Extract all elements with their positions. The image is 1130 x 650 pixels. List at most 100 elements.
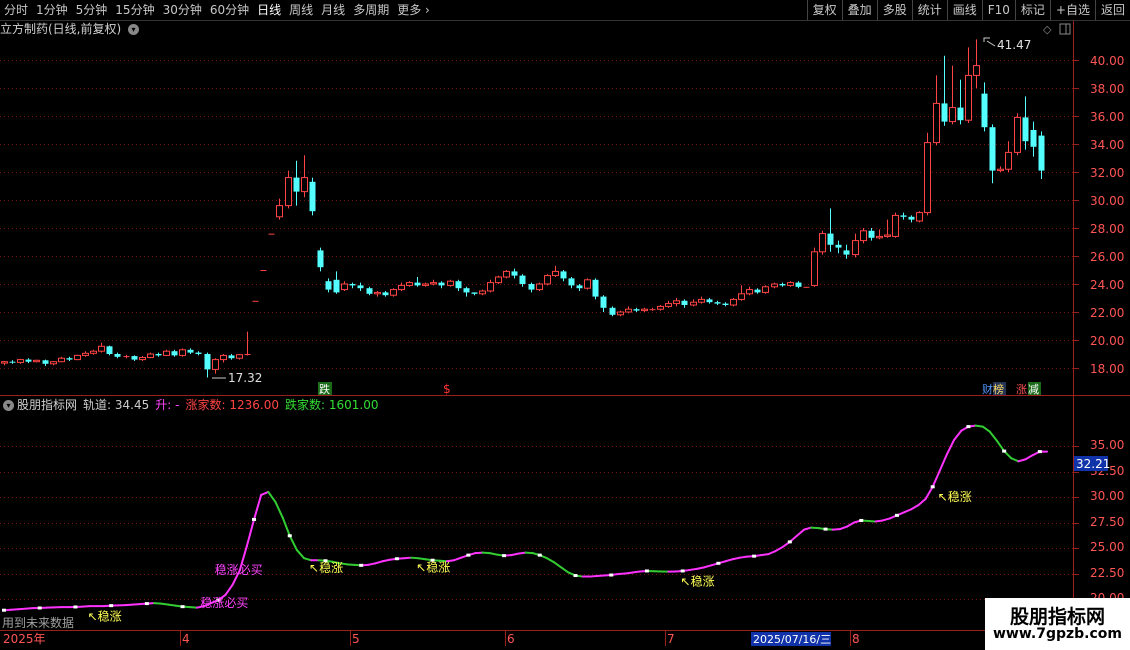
candle-body (293, 177, 300, 192)
candle-body (82, 352, 89, 356)
candle-body (884, 234, 891, 237)
candle-body (139, 357, 146, 361)
candle-body (276, 205, 283, 218)
curve-segment (24, 607, 34, 610)
ind-y-tick: 35.00 (1090, 438, 1124, 452)
stock-chart[interactable]: ◇ 40.00 38.00 36.00 34.00 32.00 30.00 28… (0, 0, 1130, 650)
candle-body (665, 303, 672, 307)
high-leader (986, 40, 996, 47)
curve-dot (752, 554, 757, 558)
candle-body (1030, 130, 1037, 147)
curve-segment (188, 606, 198, 609)
candle-body (471, 292, 478, 294)
curve-segment (874, 519, 884, 523)
candle-body (1005, 151, 1012, 170)
low-label: 17.32 (228, 371, 262, 385)
candle-body (438, 282, 445, 286)
candle-body (398, 284, 405, 291)
candle-body (187, 349, 194, 353)
curve-segment (124, 603, 134, 607)
ind-y-tick: 22.50 (1090, 566, 1124, 580)
die-marker[interactable]: 跌 (319, 382, 330, 396)
candle-body (787, 282, 794, 286)
curve-dot (859, 518, 864, 522)
curve-segment (81, 605, 91, 608)
candle-body (220, 354, 227, 361)
candle-body (33, 359, 40, 363)
ind-y-tick: 30.00 (1090, 489, 1124, 503)
candle-body (131, 356, 138, 360)
candle-body (584, 279, 591, 289)
curve-dot (537, 553, 542, 557)
candle-body (876, 235, 883, 239)
watermark-title: 股朋指标网 (1009, 606, 1105, 628)
curve-segment (131, 603, 141, 606)
candle-body (17, 359, 24, 363)
signal-wenzhang: ↖稳涨 (416, 560, 450, 575)
candle-body (357, 285, 364, 289)
curve-segment (917, 498, 927, 507)
y-tick: 22.00 (1090, 306, 1124, 320)
curve-dot (2, 608, 6, 612)
candle-body (1038, 135, 1045, 171)
candle-body (989, 127, 996, 171)
candle-body (835, 244, 842, 248)
candle-body (981, 93, 988, 128)
curve-segment (688, 567, 698, 571)
candle-body (301, 177, 308, 193)
curve-segment (545, 557, 556, 564)
curve-segment (553, 561, 563, 569)
curve-segment (267, 490, 277, 504)
zhang-marker[interactable]: 涨 (1016, 383, 1027, 396)
curve-segment (453, 556, 463, 562)
curve-dot (609, 573, 614, 577)
candle-body (66, 358, 73, 360)
diamond-icon[interactable]: ◇ (1043, 23, 1052, 36)
curve-dot (466, 553, 471, 557)
bang-marker[interactable]: 榜 (993, 382, 1004, 396)
candle-body (600, 296, 607, 308)
panel-toggle-icon[interactable] (1059, 23, 1071, 35)
curve-dot (252, 517, 257, 521)
jian-marker[interactable]: 减 (1028, 383, 1039, 396)
y-tick: 24.00 (1090, 278, 1124, 292)
time-label: 2025年 (3, 632, 46, 646)
curve-segment (988, 430, 998, 442)
candle-body (892, 214, 899, 237)
curve-segment (867, 519, 877, 523)
high-annotation: 41.47 (983, 37, 1031, 52)
curve-segment (981, 425, 991, 433)
y-tick: 28.00 (1090, 222, 1124, 236)
candle-body (649, 309, 656, 311)
candle-body (114, 354, 121, 357)
curve-segment (695, 566, 706, 570)
curve-segment (1010, 457, 1020, 463)
curve-dot (716, 561, 721, 565)
curve-segment (367, 562, 377, 566)
curve-dot (502, 554, 507, 558)
candle-body (997, 168, 1004, 172)
signal-wenzhang: ↖稳涨 (681, 573, 715, 588)
curve-segment (17, 607, 27, 611)
candle-body (779, 284, 786, 286)
curve-segment (410, 556, 420, 560)
curve-segment (260, 490, 270, 496)
candle-body (681, 300, 688, 305)
curve-dot (109, 604, 114, 608)
indicator-curve (2, 424, 1048, 612)
curve-segment (617, 572, 627, 576)
candle-body (163, 350, 170, 356)
curve-segment (167, 603, 177, 607)
y-tick: 40.00 (1090, 54, 1124, 68)
signal-wenzhang: ↖稳涨 (309, 560, 343, 575)
curve-segment (903, 508, 913, 514)
curve-segment (560, 566, 570, 574)
candle-body (771, 283, 778, 288)
y-tick: 38.00 (1090, 82, 1124, 96)
cai-marker[interactable]: 财 (982, 382, 993, 396)
candle-body (42, 360, 49, 364)
candle-body (179, 349, 186, 356)
signal-bimai: 稳涨必买 (215, 562, 263, 577)
dollar-marker[interactable]: $ (443, 382, 451, 396)
y-tick: 26.00 (1090, 250, 1124, 264)
